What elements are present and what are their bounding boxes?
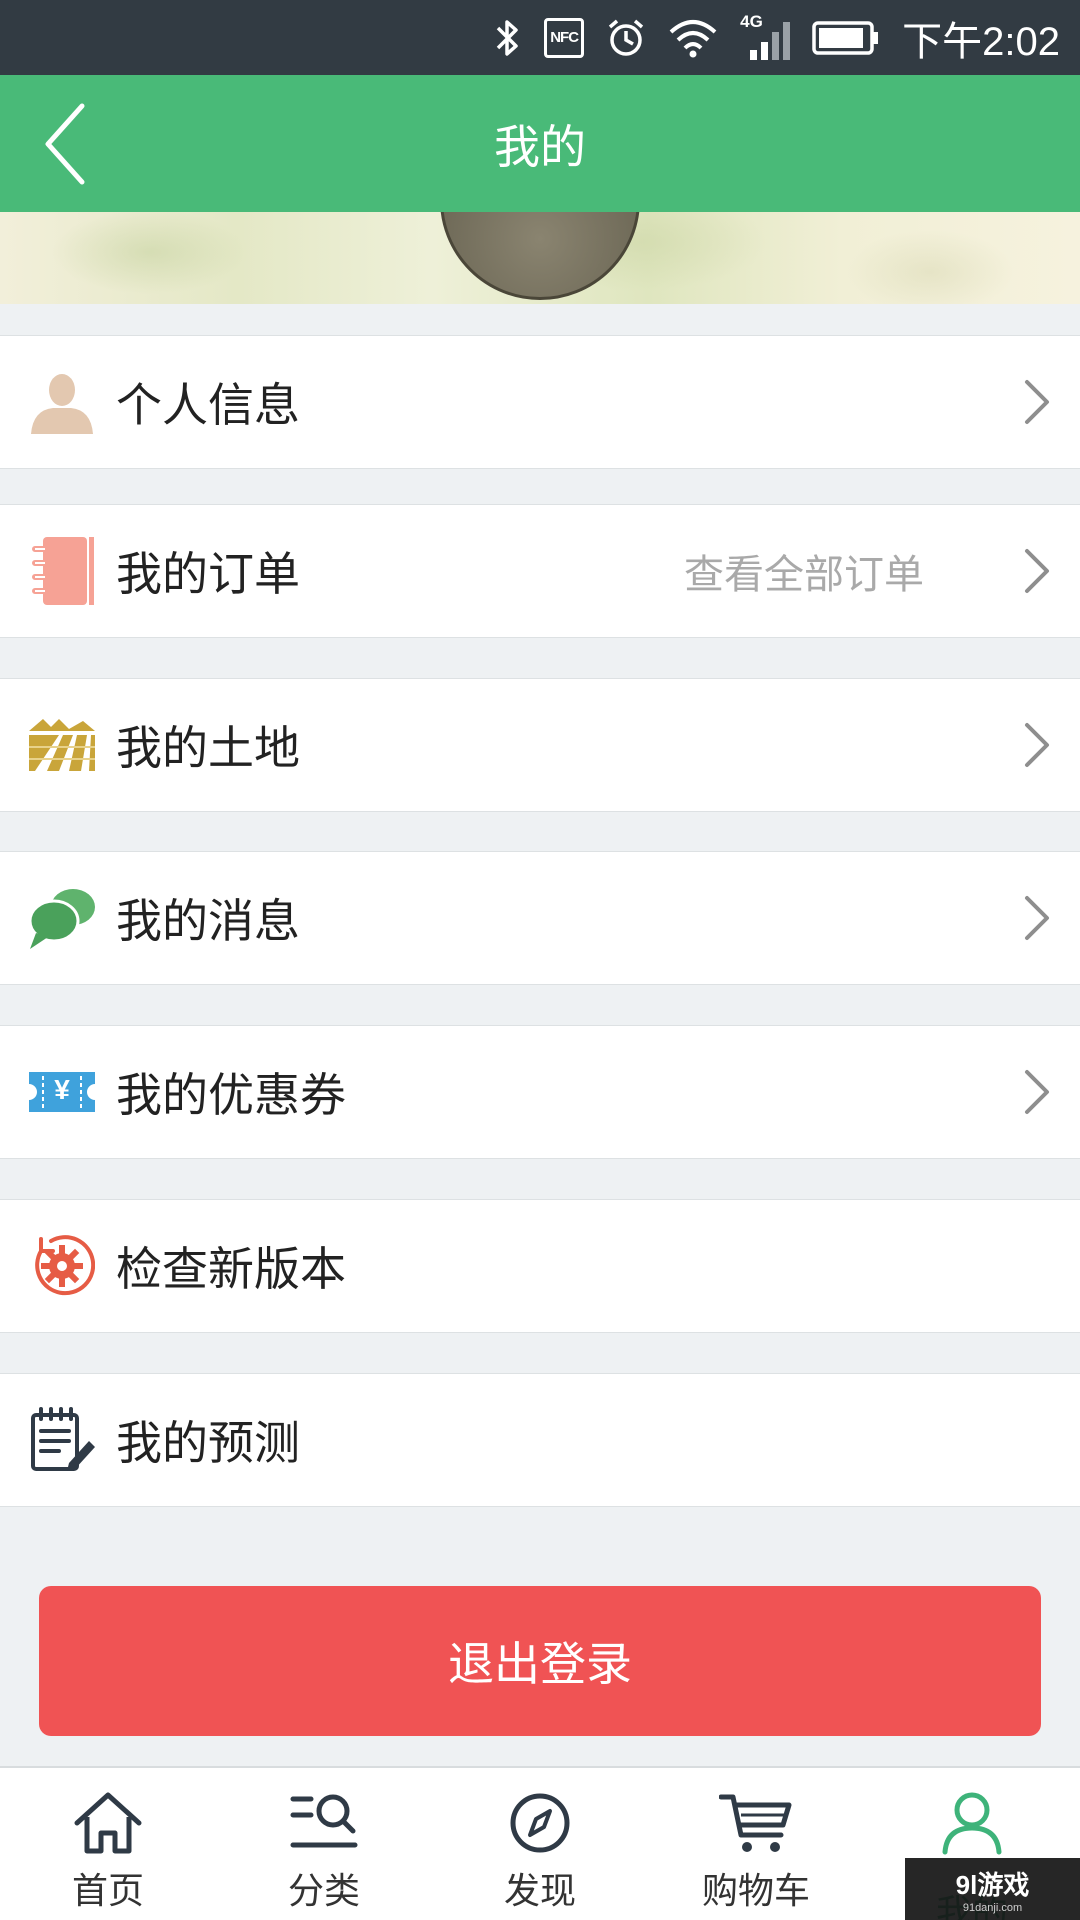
chevron-right-icon bbox=[1025, 896, 1049, 940]
menu-item-label: 我的预测 bbox=[116, 1416, 300, 1470]
menu-item-label: 个人信息 bbox=[116, 378, 300, 432]
menu-item-my-coupons[interactable]: ¥ 我的优惠券 bbox=[0, 1025, 1080, 1159]
app-header: 我的 bbox=[0, 75, 1080, 212]
chevron-right-icon bbox=[1025, 380, 1049, 424]
category-search-icon bbox=[286, 1788, 362, 1858]
chevron-right-icon bbox=[1025, 549, 1049, 593]
menu-item-personal-info[interactable]: 个人信息 bbox=[0, 335, 1080, 469]
view-all-orders-link[interactable]: 查看全部订单 bbox=[684, 542, 924, 600]
alarm-clock-icon bbox=[609, 19, 644, 56]
home-icon bbox=[70, 1788, 146, 1858]
status-time: 下午2:02 bbox=[902, 19, 1060, 64]
nfc-icon: NFC bbox=[544, 17, 585, 58]
nav-tab-home[interactable]: 首页 bbox=[0, 1768, 216, 1920]
logout-button[interactable]: 退出登录 bbox=[39, 1586, 1041, 1736]
bluetooth-icon bbox=[496, 19, 518, 56]
coupon-yuan-symbol: ¥ bbox=[54, 1074, 70, 1105]
menu-item-label: 检查新版本 bbox=[116, 1242, 346, 1296]
nav-tab-category[interactable]: 分类 bbox=[216, 1768, 432, 1920]
back-button[interactable] bbox=[20, 95, 110, 192]
menu-item-label: 我的土地 bbox=[116, 721, 300, 775]
battery-icon bbox=[812, 20, 879, 55]
status-bar: NFC 4G 下午2:02 bbox=[0, 0, 1080, 75]
watermark-sub-text: 91danji.com bbox=[962, 1901, 1023, 1914]
menu-item-my-messages[interactable]: 我的消息 bbox=[0, 851, 1080, 985]
nfc-label: NFC bbox=[550, 29, 579, 46]
nav-tab-label: 分类 bbox=[287, 1871, 360, 1912]
compass-icon bbox=[502, 1788, 578, 1858]
chevron-right-icon bbox=[1025, 1070, 1049, 1114]
menu-item-check-update[interactable]: 检查新版本 bbox=[0, 1199, 1080, 1333]
cellular-signal-icon: 4G bbox=[740, 12, 791, 62]
menu-item-label: 我的优惠券 bbox=[116, 1068, 346, 1122]
gear-update-icon bbox=[28, 1232, 96, 1300]
menu-item-my-forecast[interactable]: 我的预测 bbox=[0, 1373, 1080, 1507]
menu-item-my-orders[interactable]: 我的订单 查看全部订单 bbox=[0, 504, 1080, 638]
person-icon bbox=[28, 368, 96, 436]
watermark-logo: 9l游戏 91danji.com bbox=[905, 1858, 1080, 1920]
nav-tab-label: 购物车 bbox=[701, 1871, 810, 1912]
page-title: 我的 bbox=[494, 119, 586, 174]
nav-tab-label: 发现 bbox=[503, 1871, 576, 1912]
forecast-notepad-icon bbox=[28, 1406, 96, 1474]
menu-item-my-land[interactable]: 我的土地 bbox=[0, 678, 1080, 812]
back-arrow-icon bbox=[45, 103, 85, 184]
profile-banner bbox=[0, 212, 1080, 304]
cart-icon bbox=[718, 1788, 794, 1858]
order-notebook-icon bbox=[28, 537, 96, 605]
chevron-right-icon bbox=[1025, 723, 1049, 767]
user-profile-icon bbox=[934, 1788, 1010, 1858]
nav-tab-label: 首页 bbox=[71, 1871, 144, 1912]
watermark-main-text: 9l游戏 bbox=[955, 1869, 1030, 1900]
nav-tab-discover[interactable]: 发现 bbox=[432, 1768, 648, 1920]
coupon-ticket-icon: ¥ bbox=[28, 1058, 96, 1126]
wifi-icon bbox=[669, 19, 717, 57]
menu-item-label: 我的订单 bbox=[116, 547, 300, 601]
menu-item-label: 我的消息 bbox=[116, 894, 300, 948]
farmland-icon bbox=[28, 711, 96, 779]
nav-tab-cart[interactable]: 购物车 bbox=[648, 1768, 864, 1920]
chat-bubbles-icon bbox=[28, 884, 96, 952]
bottom-nav: 首页 分类 发现 购物车 9l游戏 91danji.com bbox=[0, 1766, 1080, 1920]
